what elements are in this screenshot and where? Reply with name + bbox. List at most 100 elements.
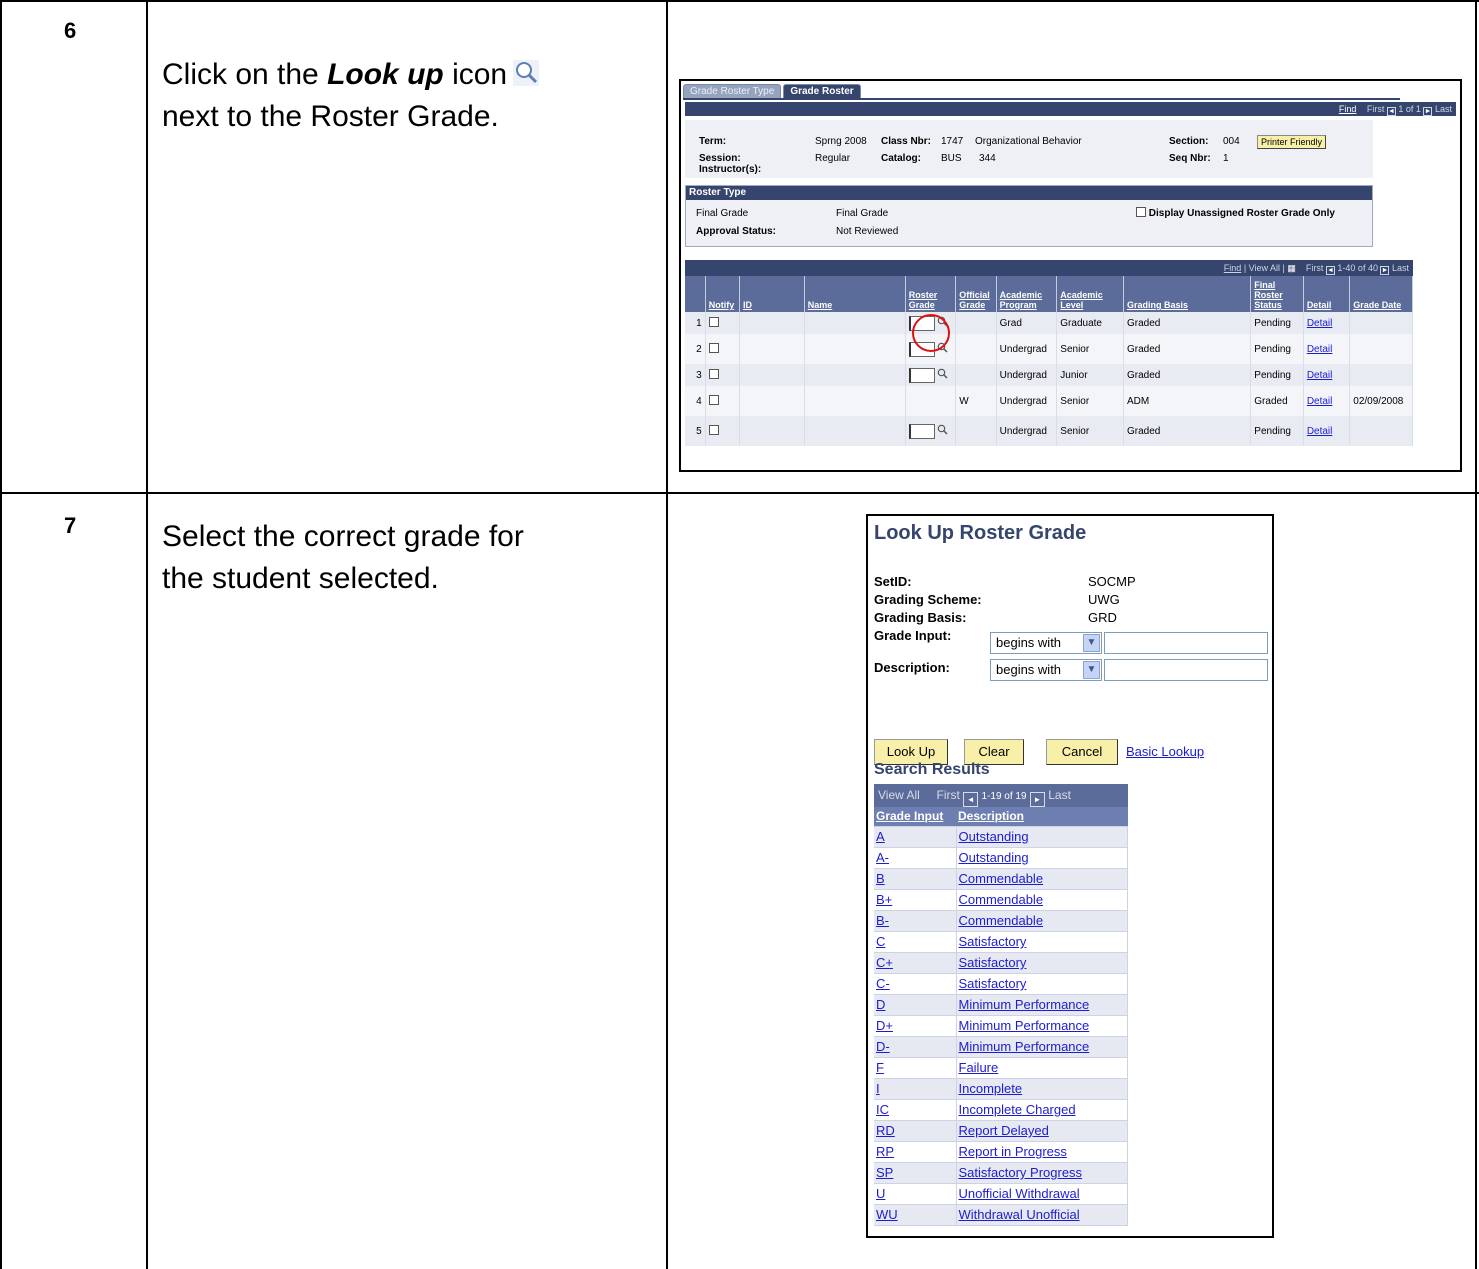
grade-input-operator-select[interactable]: begins with ▼ [990,632,1102,654]
table-row[interactable]: A- Outstanding [874,846,1128,869]
table-row[interactable]: RP Report in Progress [874,1140,1128,1163]
col-description[interactable]: Description [956,807,1128,826]
detail-link[interactable]: Detail [1307,370,1333,381]
description-link[interactable]: Satisfactory [959,955,1027,970]
grade-input-link[interactable]: D+ [876,1018,893,1033]
table-row[interactable]: U Unofficial Withdrawal [874,1182,1128,1205]
col-id[interactable]: ID [739,276,805,312]
grid-prev-arrow-icon[interactable]: ◄ [1325,266,1335,275]
results-next-arrow-icon[interactable]: ► [1029,792,1045,807]
detail-link[interactable]: Detail [1307,344,1333,355]
notify-checkbox[interactable] [708,395,719,405]
table-row[interactable]: RD Report Delayed [874,1119,1128,1142]
table-row[interactable]: B- Commendable [874,909,1128,932]
col-final-roster-status[interactable]: Final Roster Status [1250,276,1304,312]
grade-input-link[interactable]: RP [876,1144,894,1159]
description-link[interactable]: Satisfactory [959,934,1027,949]
detail-link[interactable]: Detail [1307,426,1333,437]
table-row[interactable]: D- Minimum Performance [874,1035,1128,1058]
basic-lookup-link[interactable]: Basic Lookup [1126,744,1204,759]
description-link[interactable]: Satisfactory Progress [959,1165,1083,1180]
description-link[interactable]: Outstanding [959,829,1029,844]
grid-next-arrow-icon[interactable]: ► [1380,266,1390,275]
description-operator-select[interactable]: begins with ▼ [990,659,1102,681]
description-link[interactable]: Outstanding [959,850,1029,865]
description-link[interactable]: Commendable [959,913,1044,928]
description-link[interactable]: Commendable [959,871,1044,886]
notify-checkbox[interactable] [708,369,719,379]
col-grade-date[interactable]: Grade Date [1349,276,1413,312]
col-roster-grade[interactable]: Roster Grade [905,276,957,312]
display-unassigned-option[interactable]: Display Unassigned Roster Grade Only [1136,207,1335,219]
grade-input-link[interactable]: I [876,1081,880,1096]
grade-input-link[interactable]: D [876,997,885,1012]
printer-friendly-button[interactable]: Printer Friendly [1257,135,1327,149]
results-prev-arrow-icon[interactable]: ◄ [963,792,979,807]
next-arrow-icon[interactable]: ► [1423,107,1433,116]
table-row[interactable]: B Commendable [874,867,1128,890]
description-link[interactable]: Satisfactory [959,976,1027,991]
grade-input-link[interactable]: WU [876,1207,898,1222]
find-link[interactable]: Find [1339,104,1357,114]
col-notify[interactable]: Notify [705,276,741,312]
table-row[interactable]: C- Satisfactory [874,972,1128,995]
tab-grade-roster-type[interactable]: Grade Roster Type [683,84,782,98]
notify-checkbox[interactable] [708,343,719,353]
detail-link[interactable]: Detail [1307,396,1333,407]
tab-grade-roster[interactable]: Grade Roster [783,84,861,98]
grade-input-link[interactable]: A- [876,850,889,865]
table-row[interactable]: A Outstanding [874,825,1128,848]
col-detail[interactable]: Detail [1303,276,1351,312]
grade-input-link[interactable]: C+ [876,955,893,970]
chevron-down-icon[interactable]: ▼ [1083,634,1100,652]
col-official-grade[interactable]: Official Grade [955,276,997,312]
display-unassigned-checkbox[interactable] [1136,207,1146,217]
grade-input-link[interactable]: A [876,829,885,844]
table-row[interactable]: F Failure [874,1056,1128,1079]
col-academic-level[interactable]: Academic Level [1056,276,1124,312]
grade-input-link[interactable]: RD [876,1123,895,1138]
description-link[interactable]: Failure [959,1060,999,1075]
grade-input-link[interactable]: IC [876,1102,889,1117]
table-row[interactable]: SP Satisfactory Progress [874,1161,1128,1184]
description-link[interactable]: Incomplete [959,1081,1023,1096]
description-link[interactable]: Incomplete Charged [959,1102,1076,1117]
description-link[interactable]: Unofficial Withdrawal [959,1186,1080,1201]
table-row[interactable]: C+ Satisfactory [874,951,1128,974]
grade-input-link[interactable]: U [876,1186,885,1201]
table-row[interactable]: IC Incomplete Charged [874,1098,1128,1121]
table-row[interactable]: B+ Commendable [874,888,1128,911]
grade-input-link[interactable]: D- [876,1039,890,1054]
lookup-icon[interactable] [937,424,948,438]
description-link[interactable]: Minimum Performance [959,997,1090,1012]
chevron-down-icon[interactable]: ▼ [1083,661,1100,679]
grade-input-link[interactable]: B- [876,913,889,928]
grid-find-link[interactable]: Find [1224,263,1242,273]
grade-input-link[interactable]: B [876,871,885,886]
lookup-icon[interactable] [937,368,948,382]
table-row[interactable]: D Minimum Performance [874,993,1128,1016]
grid-view-all-link[interactable]: View All [1249,263,1280,273]
table-row[interactable]: WU Withdrawal Unofficial [874,1203,1128,1226]
grade-input-link[interactable]: F [876,1060,884,1075]
description-field[interactable] [1104,659,1268,681]
col-grading-basis[interactable]: Grading Basis [1123,276,1252,312]
grade-input-link[interactable]: B+ [876,892,892,907]
roster-grade-input[interactable] [908,367,935,383]
notify-checkbox[interactable] [708,425,719,435]
grade-input-link[interactable]: C [876,934,885,949]
table-row[interactable]: D+ Minimum Performance [874,1014,1128,1037]
roster-grade-input[interactable] [908,423,935,439]
description-link[interactable]: Minimum Performance [959,1039,1090,1054]
table-row[interactable]: C Satisfactory [874,930,1128,953]
grid-download-icon[interactable]: ▦ [1287,263,1296,273]
col-grade-input[interactable]: Grade Input [874,807,956,826]
results-view-all-link[interactable]: View All [878,788,920,802]
detail-link[interactable]: Detail [1307,318,1333,329]
grade-input-link[interactable]: SP [876,1165,893,1180]
description-link[interactable]: Report in Progress [959,1144,1067,1159]
description-link[interactable]: Withdrawal Unofficial [959,1207,1080,1222]
table-row[interactable]: I Incomplete [874,1077,1128,1100]
notify-checkbox[interactable] [708,317,719,327]
description-link[interactable]: Report Delayed [959,1123,1049,1138]
